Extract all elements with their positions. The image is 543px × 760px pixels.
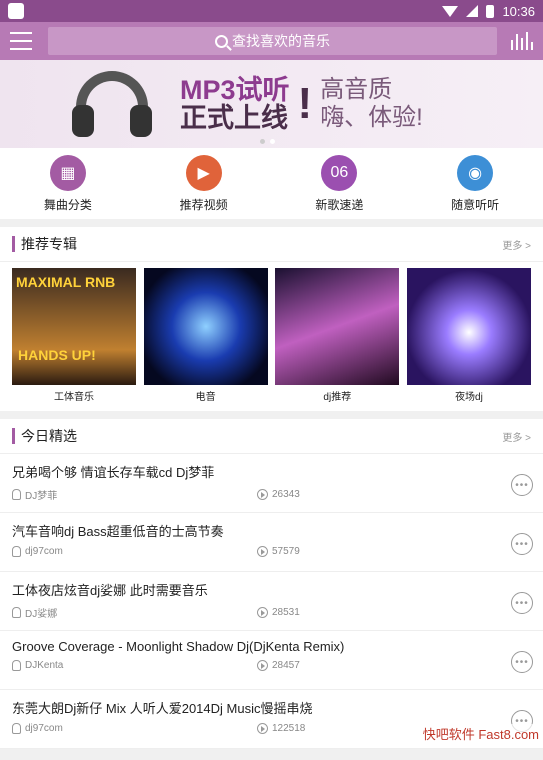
play-count-icon [257,489,268,500]
song-row[interactable]: 汽车音响dj Bass超重低音的士高节奏 dj97com 57579 ••• [0,513,543,572]
grid-icon: ▦ [49,154,86,191]
top-bar: 查找喜欢的音乐 [0,22,543,60]
song-row[interactable]: 兄弟喝个够 情谊长存车载cd Dj梦菲 DJ梦菲 26343 ••• [0,454,543,513]
artist-icon [12,607,21,618]
banner-title: MP3试听 正式上线 [180,75,290,133]
album-card[interactable]: dj推荐 [275,268,400,403]
banner-exclamation: ! [297,79,313,128]
section-title: 今日精选 [12,428,77,444]
song-row[interactable]: 工体夜店炫音dj娑娜 此时需要音乐 DJ娑娜 28531 ••• [0,572,543,631]
new-songs-icon: 06 [321,154,358,191]
more-link[interactable]: 更多 > [502,237,531,252]
radio-icon: ◉ [457,154,494,191]
more-options-icon[interactable]: ••• [511,533,533,555]
category-video[interactable]: ▶ 推荐视频 [159,154,249,213]
battery-icon [486,4,495,18]
promo-banner[interactable]: MP3试听 正式上线 ! 高音质 嗨、体验! [0,60,543,148]
video-icon: ▶ [185,154,222,191]
category-new-songs[interactable]: 06 新歌速递 [294,154,384,213]
play-count-icon [257,723,268,734]
more-options-icon[interactable]: ••• [511,651,533,673]
signal-icon [466,5,479,17]
notification-icon [8,3,24,19]
more-link[interactable]: 更多 > [502,429,531,444]
carousel-dots [260,139,275,144]
wifi-icon [442,5,459,17]
artist-icon [12,546,21,557]
category-dance[interactable]: ▦ 舞曲分类 [23,154,113,213]
search-icon [215,34,228,48]
album-cover [406,268,531,385]
more-options-icon[interactable]: ••• [511,592,533,614]
category-bar: ▦ 舞曲分类 ▶ 推荐视频 06 新歌速递 ◉ 随意听听 [0,148,543,219]
section-title: 推荐专辑 [12,236,77,252]
menu-icon[interactable] [10,32,32,50]
albums-section: 推荐专辑 更多 > MAXIMAL RNB HANDS UP! 工体音乐 电音 … [0,227,543,411]
more-options-icon[interactable]: ••• [511,474,533,496]
category-random[interactable]: ◉ 随意听听 [430,154,520,213]
today-section: 今日精选 更多 > 兄弟喝个够 情谊长存车载cd Dj梦菲 DJ梦菲 26343… [0,419,543,749]
album-cover [143,268,268,385]
status-bar: 10:36 [0,0,543,22]
play-count-icon [257,660,268,671]
artist-icon [12,723,21,734]
headphone-icon [70,71,154,137]
album-cover [275,268,400,385]
play-count-icon [257,546,268,557]
album-cover: MAXIMAL RNB HANDS UP! [12,268,136,385]
watermark: 快吧软件 Fast8.com [422,724,539,743]
song-row[interactable]: Groove Coverage - Moonlight Shadow Dj(Dj… [0,631,543,690]
artist-icon [12,660,21,671]
status-time: 10:36 [502,3,535,19]
search-placeholder: 查找喜欢的音乐 [232,33,330,49]
search-input[interactable]: 查找喜欢的音乐 [48,27,497,55]
album-card[interactable]: MAXIMAL RNB HANDS UP! 工体音乐 [12,268,136,403]
artist-icon [12,489,21,500]
equalizer-icon[interactable] [511,32,533,50]
album-card[interactable]: 电音 [143,268,268,403]
banner-subtitle: 高音质 嗨、体验! [320,76,423,131]
play-count-icon [257,607,268,618]
album-card[interactable]: 夜场dj [406,268,531,403]
